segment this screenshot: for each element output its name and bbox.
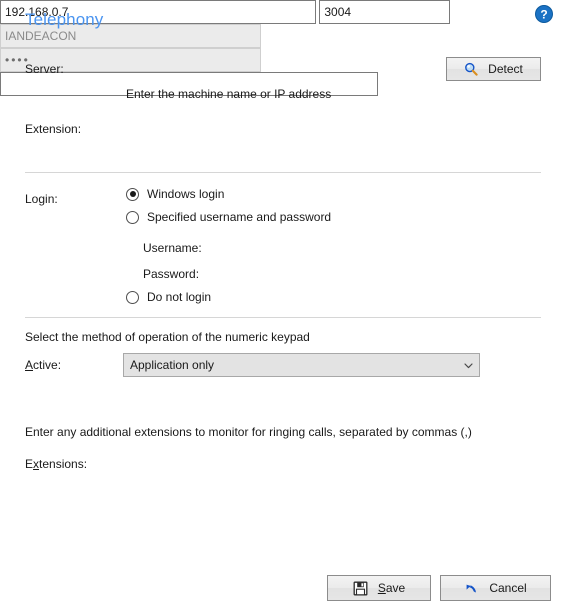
radio-windows-login-indicator: [126, 187, 139, 201]
help-circle-icon[interactable]: ?: [535, 5, 553, 23]
extensions-description: Enter any additional extensions to monit…: [25, 425, 472, 439]
password-label: Password:: [143, 267, 200, 281]
username-label-row: Username:: [143, 241, 202, 255]
save-button[interactable]: Save: [327, 575, 431, 601]
radio-do-not-login[interactable]: Do not login: [126, 290, 211, 304]
radio-specified-credentials-label: Specified username and password: [147, 210, 332, 224]
extensions-label: Extensions:: [25, 457, 87, 471]
login-label: Login:: [25, 192, 58, 206]
extensions-label-row: Extensions:: [25, 457, 87, 471]
save-button-label: Save: [378, 581, 405, 595]
server-label-row: Server:: [25, 62, 64, 76]
keypad-active-label-accesskey: A: [25, 358, 34, 372]
keypad-active-select[interactable]: Application only: [123, 353, 480, 377]
chevron-down-icon-svg: [464, 362, 473, 368]
extension-label-row: Extension:: [25, 122, 81, 136]
keypad-label-row: Active:: [25, 358, 61, 372]
svg-text:?: ?: [540, 7, 547, 21]
chevron-down-icon: [462, 359, 475, 372]
magnifier-icon: [464, 62, 478, 76]
cancel-button-label: Cancel: [489, 581, 527, 595]
keypad-active-label-rest: ctive:: [33, 358, 62, 372]
help-circle-icon-svg: ?: [535, 5, 553, 23]
separator-login: [25, 172, 541, 173]
radio-do-not-login-label: Do not login: [147, 290, 212, 304]
detect-button-label: Detect: [488, 62, 523, 76]
radio-windows-login[interactable]: Windows login: [126, 187, 224, 201]
separator-keypad: [25, 317, 541, 318]
password-label-row: Password:: [143, 267, 199, 281]
floppy-disk-save-icon-svg: [353, 581, 368, 595]
page-title: Telephony: [25, 10, 104, 29]
cancel-button[interactable]: Cancel: [440, 575, 551, 601]
radio-windows-login-label: Windows login: [147, 187, 225, 201]
extension-label: Extension:: [25, 122, 82, 136]
undo-arrow-icon: [464, 581, 479, 596]
radio-specified-credentials-indicator: [126, 210, 139, 224]
save-button-accesskey: S: [377, 581, 386, 595]
server-label: Server:: [25, 62, 64, 76]
extensions-label-pre: E: [25, 457, 34, 471]
radio-specified-credentials[interactable]: Specified username and password: [126, 210, 331, 224]
keypad-active-selected-value: Application only: [130, 358, 215, 372]
server-hint: Enter the machine name or IP address: [126, 87, 332, 101]
radio-do-not-login-indicator: [126, 290, 139, 304]
detect-button[interactable]: Detect: [446, 57, 541, 81]
save-button-label-rest: ave: [385, 581, 406, 595]
keypad-description: Select the method of operation of the nu…: [25, 330, 310, 344]
floppy-disk-save-icon: [353, 581, 368, 596]
extension-input[interactable]: [319, 0, 451, 24]
undo-arrow-icon-svg: [466, 584, 477, 593]
extensions-label-rest: tensions:: [39, 457, 88, 471]
username-label: Username:: [143, 241, 202, 255]
magnifier-icon-svg: [465, 62, 478, 76]
login-label-row: Login:: [25, 192, 58, 206]
keypad-active-label: Active:: [25, 358, 61, 372]
